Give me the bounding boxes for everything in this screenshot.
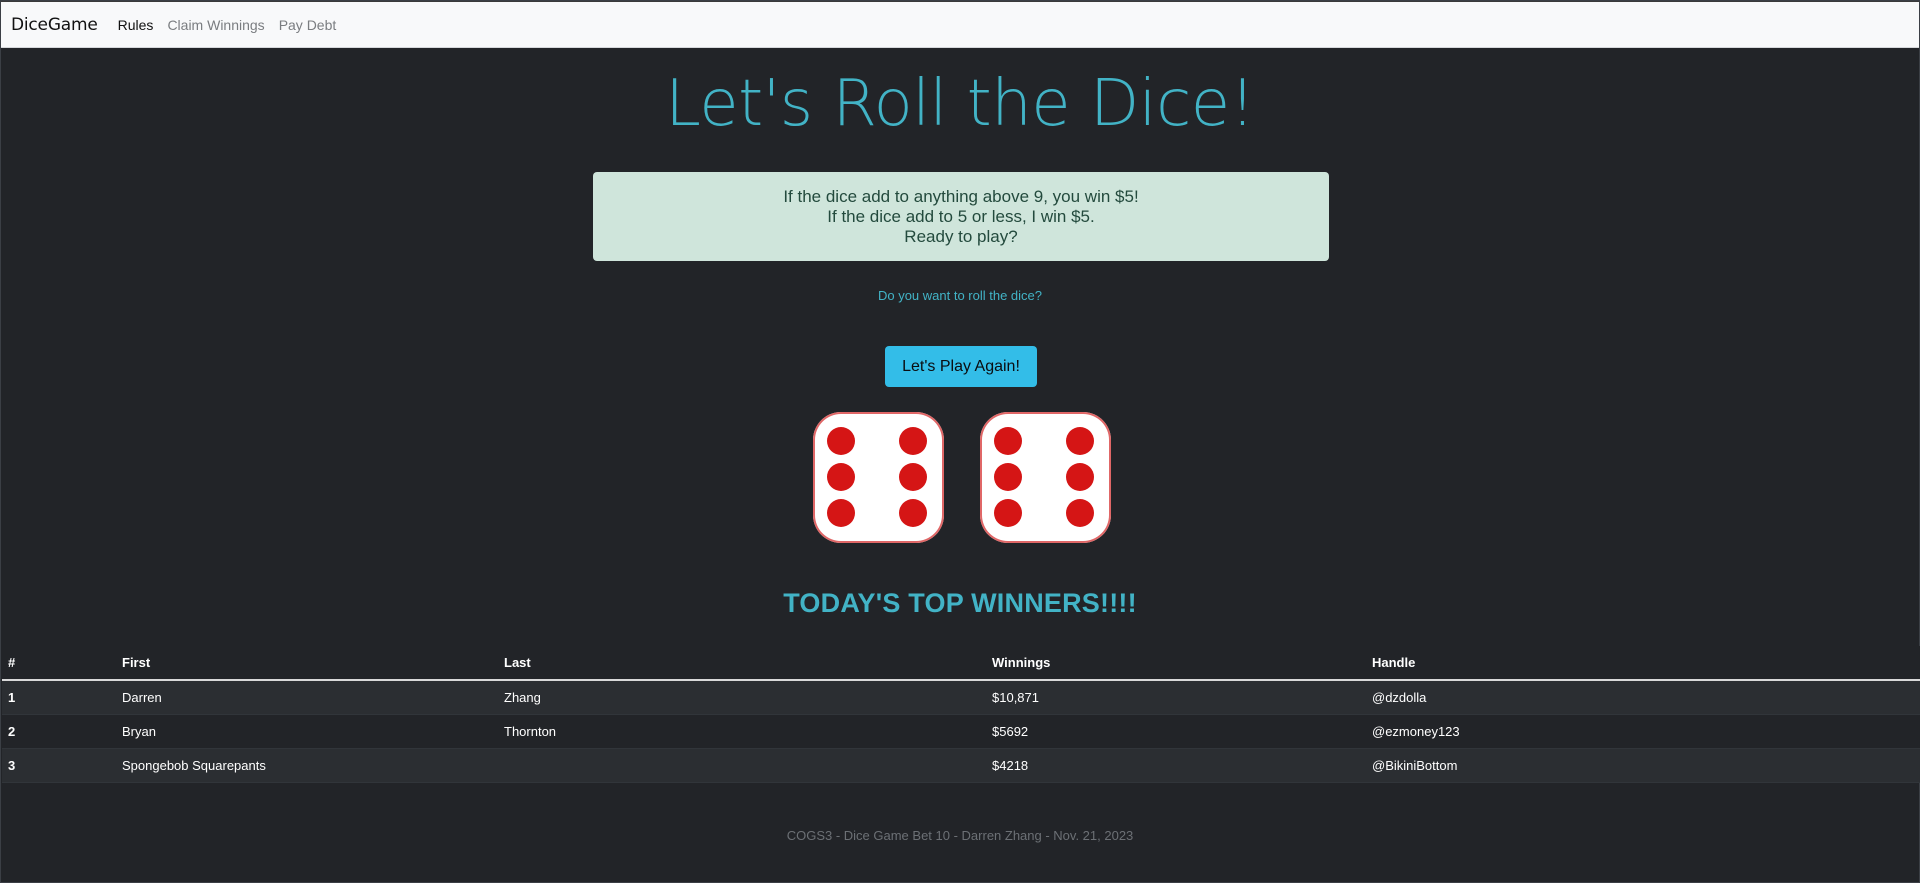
first-name-cell: Bryan xyxy=(122,723,156,739)
rank-cell: 1 xyxy=(8,689,16,705)
column-header: # xyxy=(2,646,116,681)
first-name-cell: Spongebob Squarepants xyxy=(122,757,266,773)
footer: COGS3 - Dice Game Bet 10 - Darren Zhang … xyxy=(786,828,1134,843)
dice-pip xyxy=(899,499,927,527)
handle-cell: @ezmoney123 xyxy=(1372,723,1460,739)
table-row: 3 Spongebob Squarepants $4218 @BikiniBot… xyxy=(2,748,1920,782)
winnings-cell: $10,871 xyxy=(992,689,1039,705)
rank-cell: 3 xyxy=(8,757,16,773)
rules-line: Ready to play? xyxy=(904,227,1018,246)
nav-rules[interactable]: Rules xyxy=(118,17,154,33)
page-title: Let's Roll the Dice! xyxy=(665,67,1255,141)
winners-table: # First Last Winnings Handle 1 Darren Zh… xyxy=(2,646,1920,783)
dice-pip xyxy=(827,499,855,527)
rules-line: If the dice add to 5 or less, I win $5. xyxy=(827,207,1095,226)
roll-question: Do you want to roll the dice? xyxy=(877,288,1043,303)
column-header: Winnings xyxy=(986,646,1366,681)
app-frame: DiceGame Rules Claim Winnings Pay Debt L… xyxy=(0,0,1920,883)
dice-pip xyxy=(1066,499,1094,527)
winners-title: TODAY'S TOP WINNERS!!!! xyxy=(783,588,1137,618)
last-name-cell: Thornton xyxy=(504,723,557,739)
rules-line: If the dice add to anything above 9, you… xyxy=(783,187,1139,206)
dice-pip xyxy=(994,463,1022,491)
last-name-cell: Zhang xyxy=(504,689,541,705)
rules-box: If the dice add to anything above 9, you… xyxy=(593,172,1329,261)
dice-pip xyxy=(1066,427,1094,455)
dice-pip xyxy=(899,463,927,491)
nav-claim-winnings[interactable]: Claim Winnings xyxy=(167,17,264,33)
table-header-row: # First Last Winnings Handle xyxy=(2,646,1920,681)
play-again-button[interactable]: Let's Play Again! xyxy=(885,346,1037,387)
die-2 xyxy=(980,412,1111,543)
dice-pip xyxy=(899,427,927,455)
navbar: DiceGame Rules Claim Winnings Pay Debt xyxy=(1,1,1919,48)
nav-pay-debt[interactable]: Pay Debt xyxy=(279,17,337,33)
winnings-cell: $4218 xyxy=(992,757,1029,773)
handle-cell: @BikiniBottom xyxy=(1372,757,1458,773)
brand-link[interactable]: DiceGame xyxy=(11,15,98,35)
dice-pip xyxy=(994,499,1022,527)
winnings-cell: $5692 xyxy=(992,723,1029,739)
table-row: 2 Bryan Thornton $5692 @ezmoney123 xyxy=(2,714,1920,748)
die-1 xyxy=(813,412,944,543)
table-row: 1 Darren Zhang $10,871 @dzdolla xyxy=(2,680,1920,714)
dice-pip xyxy=(827,463,855,491)
rank-cell: 2 xyxy=(8,723,16,739)
last-name-cell xyxy=(498,748,986,782)
column-header: Handle xyxy=(1366,646,1920,681)
first-name-cell: Darren xyxy=(122,689,162,705)
column-header: Last xyxy=(498,646,986,681)
dice-pip xyxy=(827,427,855,455)
handle-cell: @dzdolla xyxy=(1372,689,1427,705)
column-header: First xyxy=(116,646,498,681)
dice-pip xyxy=(1066,463,1094,491)
dice-pip xyxy=(994,427,1022,455)
